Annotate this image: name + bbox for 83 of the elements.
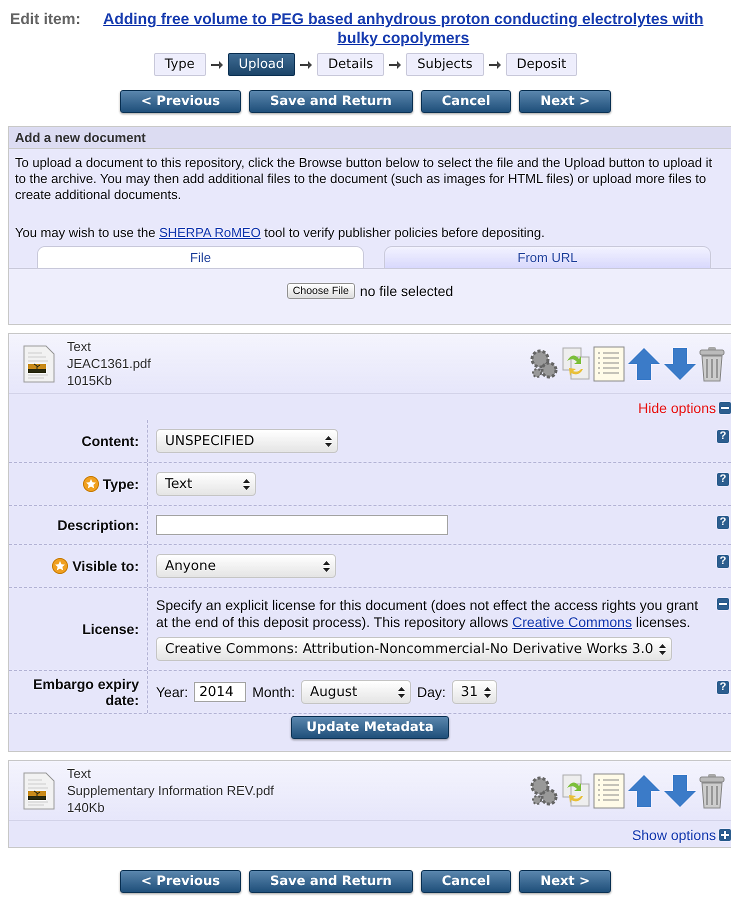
license-dropdown[interactable]: Creative Commons: Attribution-Noncommercial-No Derivative Works 3.0 — [156, 637, 672, 661]
document-filename: JEAC1361.pdf — [67, 355, 152, 372]
collapse-icon[interactable] — [717, 598, 729, 610]
step-tab[interactable]: Type — [154, 53, 206, 76]
updown-icon — [243, 478, 250, 490]
file-status-text: no file selected — [360, 283, 454, 299]
step-tab[interactable]: Deposit — [506, 53, 578, 76]
description-field[interactable] — [156, 515, 448, 535]
dropdown[interactable]: Anyone — [156, 554, 336, 578]
section-title: Add a new document — [9, 127, 731, 149]
trash-icon[interactable] — [699, 346, 725, 382]
up-arrow-icon[interactable] — [627, 346, 661, 380]
policy-note: You may wish to use the SHERPA RoMEO tool to verify publisher policies before depositing. — [14, 224, 546, 241]
month-dropdown[interactable]: August — [301, 680, 411, 704]
document-size: 140Kb — [67, 799, 106, 816]
down-arrow-icon[interactable] — [663, 346, 697, 380]
arrow-icon — [300, 60, 312, 68]
document-type: Text — [67, 338, 92, 355]
updown-icon — [325, 436, 332, 446]
nav-button[interactable]: Cancel — [420, 870, 512, 893]
gears-icon — [529, 348, 559, 380]
edit-item-label: Edit item: — [10, 10, 81, 29]
help-icon[interactable]: ? — [717, 555, 729, 568]
choose-file-button[interactable]: Choose File — [286, 283, 355, 299]
license-description: Specify an explicit license for this document (does not effect the access rights you grant at the end of this deposit process). This repository allows Creative Commons licenses. — [156, 597, 700, 631]
copy-document-icon — [561, 346, 591, 380]
field-label: License: — [82, 621, 139, 637]
intro-text: To upload a document to this repository, click the Browse button below to select the file and the Upload button to upload it to the archive. You may then add additional files to the document (such as images for HTML files) or upload more files to create additional documents. — [14, 154, 714, 203]
field-label: Type: — [102, 476, 139, 492]
nav-button[interactable]: < Previous — [120, 90, 241, 113]
source-tab[interactable]: File — [37, 246, 364, 268]
help-icon[interactable]: ? — [717, 681, 729, 694]
help-icon[interactable]: ? — [717, 516, 729, 529]
dropdown[interactable]: Text — [156, 472, 256, 496]
collapse-icon[interactable] — [719, 402, 731, 414]
arrow-icon — [210, 60, 223, 68]
nav-button[interactable]: Save and Return — [248, 90, 413, 113]
sherpa-romeo-link[interactable]: SHERPA RoMEO — [159, 225, 261, 240]
nav-button[interactable]: Save and Return — [248, 870, 413, 893]
updown-icon — [659, 644, 666, 654]
nav-button[interactable]: Next > — [519, 870, 612, 893]
field-label: Description: — [57, 517, 139, 533]
arrow-icon — [488, 60, 501, 68]
show-options-link[interactable]: Show options — [632, 827, 716, 843]
gears-icon — [529, 774, 559, 806]
year-field[interactable]: 2014 — [194, 682, 246, 702]
source-tab[interactable]: From URL — [384, 246, 711, 268]
dropdown[interactable]: UNSPECIFIED — [156, 429, 338, 453]
hide-options-link[interactable]: Hide options — [638, 400, 716, 416]
document-thumbnail-icon — [23, 772, 55, 810]
creative-commons-link[interactable]: Creative Commons — [512, 614, 632, 630]
text-document-icon — [593, 772, 625, 808]
step-tab[interactable]: Details — [317, 53, 384, 76]
document-type: Text — [67, 765, 92, 782]
item-title-link[interactable]: Adding free volume to PEG based anhydrous proton conducting electrolytes with bulky copolymers — [86, 10, 721, 48]
day-label: Day: — [417, 684, 446, 700]
year-label: Year: — [156, 684, 188, 700]
field-label: Visible to: — [72, 558, 139, 574]
nav-button[interactable]: < Previous — [120, 870, 241, 893]
day-dropdown[interactable]: 31 — [452, 680, 497, 704]
down-arrow-icon[interactable] — [663, 774, 697, 808]
month-label: Month: — [252, 684, 295, 700]
field-label: Embargo expiry date: — [32, 676, 139, 708]
trash-icon[interactable] — [699, 772, 725, 808]
document-size: 1015Kb — [67, 372, 113, 389]
copy-document-icon — [561, 774, 591, 808]
updown-icon — [484, 686, 491, 698]
updown-icon — [398, 686, 405, 698]
up-arrow-icon[interactable] — [627, 774, 661, 808]
help-icon[interactable]: ? — [717, 430, 729, 443]
step-tab[interactable]: Upload — [228, 53, 296, 76]
field-label: Content: — [81, 433, 139, 449]
arrow-icon — [389, 60, 402, 68]
document-thumbnail-icon — [23, 344, 55, 382]
document-filename: Supplementary Information REV.pdf — [67, 782, 275, 799]
help-icon[interactable]: ? — [717, 473, 729, 486]
text-document-icon — [593, 346, 625, 382]
nav-button[interactable]: Cancel — [420, 90, 512, 113]
step-tab[interactable]: Subjects — [406, 53, 484, 76]
updown-icon — [323, 560, 330, 572]
expand-icon[interactable] — [719, 829, 731, 841]
nav-button[interactable]: Next > — [519, 90, 612, 113]
update-metadata-button[interactable]: Update Metadata — [291, 716, 449, 739]
